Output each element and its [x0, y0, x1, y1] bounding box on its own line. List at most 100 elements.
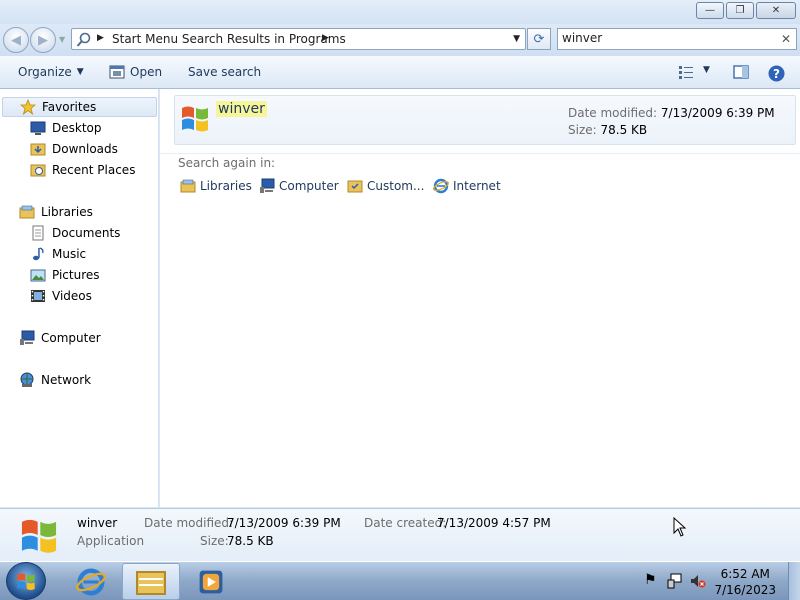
details-size-label: Size: — [200, 534, 229, 548]
nav-desktop[interactable]: Desktop — [30, 118, 102, 138]
start-button[interactable] — [6, 562, 46, 600]
restore-button[interactable]: ❐ — [726, 2, 754, 19]
divider — [160, 153, 800, 154]
clock-date: 7/16/2023 — [714, 583, 776, 597]
show-desktop-button[interactable] — [788, 562, 800, 600]
nav-music[interactable]: Music — [30, 244, 86, 264]
view-options-dropdown[interactable]: ▼ — [703, 65, 710, 75]
close-button[interactable]: ✕ — [756, 2, 796, 19]
nav-label: Recent Places — [52, 163, 136, 177]
taskbar-media-player[interactable] — [182, 563, 240, 600]
taskbar-windows-explorer[interactable] — [122, 563, 180, 600]
help-button[interactable]: ? — [768, 65, 785, 82]
details-type: Application — [77, 534, 145, 548]
folder-icon — [136, 570, 166, 595]
libraries-icon — [180, 179, 196, 193]
network-icon — [20, 372, 34, 387]
search-again-custom[interactable]: Custom... — [347, 178, 424, 194]
minimize-button[interactable]: — — [696, 2, 724, 19]
window-controls: — ❐ ✕ — [696, 2, 796, 19]
search-again-computer[interactable]: Computer — [259, 178, 339, 194]
title-bar: — ❐ ✕ — [0, 0, 800, 24]
address-row: ◀ ▶ ▼ ▶ Start Menu Search Results in Pro… — [0, 24, 800, 56]
details-date-created-label: Date created: — [364, 516, 447, 530]
clock[interactable]: 6:52 AM 7/16/2023 — [714, 566, 776, 598]
organize-label: Organize — [18, 65, 72, 79]
internet-explorer-icon — [76, 568, 106, 595]
star-icon — [20, 99, 36, 115]
location-label: Computer — [279, 179, 339, 193]
nav-documents[interactable]: Documents — [30, 223, 120, 243]
recent-places-icon — [30, 164, 46, 177]
preview-pane-icon — [733, 65, 749, 79]
help-icon: ? — [768, 65, 785, 82]
taskbar-internet-explorer[interactable] — [62, 563, 120, 600]
chevron-down-icon: ▼ — [76, 67, 84, 77]
search-result-item[interactable]: winver Date modified: 7/13/2009 6:39 PM … — [174, 95, 796, 145]
libraries-icon — [19, 205, 35, 219]
location-label: Custom... — [367, 179, 425, 193]
command-bar: Organize ▼ Open Save search ▼ ? — [0, 56, 800, 89]
result-name[interactable]: winver — [216, 101, 267, 117]
preview-pane-button[interactable] — [733, 65, 749, 79]
search-folder-icon — [76, 32, 91, 47]
forward-button[interactable]: ▶ — [30, 27, 56, 53]
clear-search-icon[interactable]: ✕ — [781, 32, 791, 46]
nav-label: Libraries — [41, 205, 93, 219]
nav-network[interactable]: Network — [19, 370, 91, 390]
open-label: Open — [130, 65, 163, 79]
navigation-pane: Favorites Desktop Downloads Recent Place… — [0, 89, 159, 507]
volume-muted-icon[interactable] — [690, 573, 706, 589]
videos-icon — [31, 290, 45, 302]
nav-label: Downloads — [52, 142, 118, 156]
refresh-button[interactable]: ⟳ — [527, 28, 551, 50]
nav-computer[interactable]: Computer — [19, 328, 101, 348]
nav-libraries[interactable]: Libraries — [19, 202, 93, 222]
nav-videos[interactable]: Videos — [30, 286, 92, 306]
nav-favorites[interactable]: Favorites — [2, 97, 157, 117]
save-search-button[interactable]: Save search — [188, 65, 261, 79]
windows-logo-icon — [182, 106, 208, 132]
search-input[interactable] — [562, 31, 772, 45]
search-again-libraries[interactable]: Libraries — [180, 178, 252, 194]
nav-label: Desktop — [52, 121, 102, 135]
close-icon: ✕ — [771, 5, 781, 16]
internet-explorer-icon — [433, 178, 449, 194]
search-box[interactable]: ✕ — [557, 28, 797, 50]
nav-pictures[interactable]: Pictures — [30, 265, 100, 285]
chevron-down-icon: ▼ — [703, 65, 710, 75]
mouse-cursor-icon — [673, 517, 687, 537]
nav-label: Music — [52, 247, 87, 261]
open-button[interactable]: Open — [109, 65, 162, 79]
details-date-modified: 7/13/2009 6:39 PM — [227, 516, 341, 530]
change-view-button[interactable] — [678, 65, 694, 79]
nav-label: Favorites — [42, 100, 97, 114]
computer-icon — [20, 330, 35, 345]
network-status-icon[interactable] — [667, 573, 683, 589]
breadcrumb[interactable]: Start Menu Search Results in Programs — [112, 32, 346, 46]
downloads-folder-icon — [30, 143, 46, 156]
nav-label: Network — [41, 373, 92, 387]
pictures-icon — [30, 269, 46, 282]
breadcrumb-chevron-icon[interactable]: ▶ — [322, 33, 329, 43]
organize-button[interactable]: Organize ▼ — [18, 65, 84, 79]
clock-time: 6:52 AM — [720, 567, 770, 581]
breadcrumb-separator-icon[interactable]: ▶ — [97, 33, 104, 43]
search-again-internet[interactable]: Internet — [433, 178, 501, 194]
address-dropdown-icon[interactable]: ▼ — [513, 34, 520, 44]
forward-arrow-icon: ▶ — [38, 32, 48, 48]
view-list-icon — [679, 66, 693, 79]
window-app-icon — [109, 65, 125, 79]
computer-icon — [260, 178, 275, 193]
svg-text:?: ? — [773, 67, 780, 81]
save-search-label: Save search — [188, 65, 262, 79]
back-button[interactable]: ◀ — [3, 27, 29, 53]
details-size: 78.5 KB — [227, 534, 274, 548]
nav-recent-places[interactable]: Recent Places — [30, 160, 135, 180]
address-bar[interactable]: ▶ Start Menu Search Results in Programs … — [71, 28, 526, 50]
media-player-icon — [199, 570, 223, 593]
nav-downloads[interactable]: Downloads — [30, 139, 118, 159]
action-center-flag-icon[interactable]: ⚑ — [644, 572, 657, 588]
desktop-icon — [30, 121, 46, 135]
recent-pages-dropdown[interactable]: ▼ — [59, 35, 65, 44]
